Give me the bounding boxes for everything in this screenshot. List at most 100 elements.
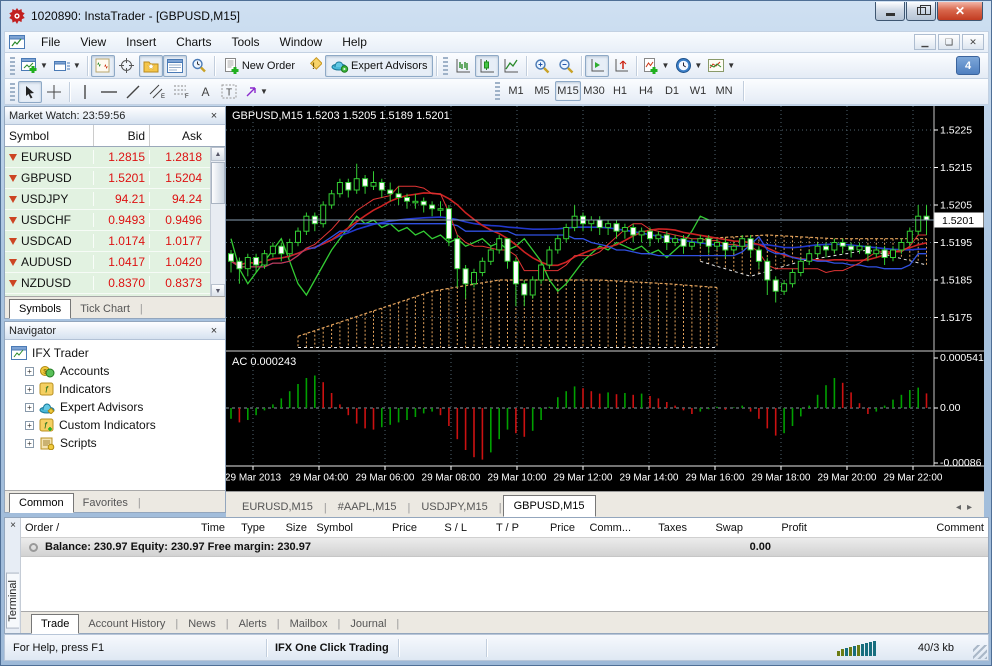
toolbar-grip[interactable] [10, 83, 15, 101]
terminal-column-type[interactable]: Type [229, 522, 269, 534]
market-watch-row[interactable]: NZDUSD0.83700.8373 [5, 273, 225, 294]
terminal-tab-account-history[interactable]: Account History [79, 615, 174, 633]
expand-plus-icon[interactable]: + [25, 385, 34, 394]
resize-grip[interactable] [973, 645, 987, 659]
terminal-tab-journal[interactable]: Journal [341, 615, 395, 633]
terminal-vertical-tab[interactable]: Terminal [6, 573, 19, 629]
market-watch-row[interactable]: USDCHF0.94930.9496 [5, 210, 225, 231]
new-order-button[interactable]: New Order [218, 55, 301, 77]
crosshair-tool-button[interactable] [42, 81, 66, 103]
terminal-column-price[interactable]: Price [523, 522, 579, 534]
vertical-line-button[interactable] [73, 81, 97, 103]
periods-button[interactable]: ▼ [672, 55, 705, 77]
data-window-button[interactable] [115, 55, 139, 77]
scroll-up-icon[interactable]: ▲ [211, 147, 225, 161]
chart-area[interactable]: 1.52251.52151.52051.51951.51851.51751.52… [226, 106, 984, 491]
menu-item-view[interactable]: View [70, 33, 116, 51]
trendline-button[interactable] [121, 81, 145, 103]
zoom-out-button[interactable] [554, 55, 578, 77]
chart-tab-gbpusd-m15[interactable]: GBPUSD,M15 [503, 495, 596, 517]
indicators-button[interactable]: ▼ [640, 55, 672, 77]
terminal-column-profit[interactable]: Profit [747, 522, 811, 534]
navigator-button[interactable] [139, 55, 163, 77]
timeframe-m1-button[interactable]: M1 [503, 81, 529, 101]
menu-item-help[interactable]: Help [332, 33, 377, 51]
mdi-restore-button[interactable]: ❏ [938, 34, 960, 50]
bar-chart-button[interactable] [451, 55, 475, 77]
balance-row[interactable]: Balance: 230.97 Equity: 230.97 Free marg… [21, 538, 988, 557]
timeframe-m15-button[interactable]: M15 [555, 81, 581, 101]
terminal-column-t-p[interactable]: T / P [471, 522, 523, 534]
terminal-column-size[interactable]: Size [269, 522, 311, 534]
terminal-close-icon[interactable]: × [7, 520, 19, 532]
menu-item-tools[interactable]: Tools [222, 33, 270, 51]
timeframe-m30-button[interactable]: M30 [581, 81, 607, 101]
line-chart-button[interactable] [499, 55, 523, 77]
terminal-tab-news[interactable]: News [179, 615, 225, 633]
market-watch-row[interactable]: AUDUSD1.04171.0420 [5, 252, 225, 273]
tab-favorites[interactable]: Favorites [74, 494, 137, 512]
chart-tab-aapl-m15[interactable]: #AAPL,M15 [328, 497, 407, 517]
chart-tabs-scroll-icons[interactable]: ◂▸ [956, 502, 978, 517]
navigator-item-custom-indicators[interactable]: +fCustom Indicators [11, 416, 225, 434]
toolbar-grip[interactable] [495, 82, 500, 100]
terminal-tab-trade[interactable]: Trade [31, 614, 79, 634]
timeframe-w1-button[interactable]: W1 [685, 81, 711, 101]
menu-item-charts[interactable]: Charts [166, 33, 221, 51]
column-header-symbol[interactable]: Symbol [5, 125, 94, 146]
timeframe-h1-button[interactable]: H1 [607, 81, 633, 101]
cursor-button[interactable] [18, 81, 42, 103]
menu-item-insert[interactable]: Insert [116, 33, 166, 51]
market-watch-row[interactable]: USDJPY94.2194.24 [5, 189, 225, 210]
notifications-badge[interactable]: 4 [956, 56, 980, 75]
expand-plus-icon[interactable]: + [25, 421, 34, 430]
tab-tick-chart[interactable]: Tick Chart [71, 300, 139, 318]
status-one-click[interactable]: IFX One Click Trading [267, 639, 399, 657]
terminal-column-s-l[interactable]: S / L [421, 522, 471, 534]
expand-plus-icon[interactable]: + [25, 403, 34, 412]
expert-advisors-button[interactable]: Expert Advisors [325, 55, 433, 77]
chart-tab-usdjpy-m15[interactable]: USDJPY,M15 [411, 497, 497, 517]
text-button[interactable]: A [193, 81, 217, 103]
terminal-tab-mailbox[interactable]: Mailbox [281, 615, 337, 633]
terminal-tab-alerts[interactable]: Alerts [230, 615, 276, 633]
column-header-ask[interactable]: Ask [150, 129, 206, 143]
fibonacci-button[interactable]: F [169, 81, 193, 103]
mdi-close-button[interactable]: ✕ [962, 34, 984, 50]
timeframe-mn-button[interactable]: MN [711, 81, 737, 101]
tree-root-item[interactable]: IFX Trader [11, 344, 225, 362]
equidistant-channel-button[interactable]: E [145, 81, 169, 103]
timeframe-m5-button[interactable]: M5 [529, 81, 555, 101]
market-watch-row[interactable]: EURUSD1.28151.2818 [5, 147, 225, 168]
horizontal-line-button[interactable] [97, 81, 121, 103]
navigator-item-expert-advisors[interactable]: +Expert Advisors [11, 398, 225, 416]
toolbar-grip[interactable] [443, 57, 448, 75]
tab-common[interactable]: Common [9, 493, 74, 513]
profiles-button[interactable]: ▼ [51, 55, 84, 77]
navigator-close-icon[interactable]: × [207, 324, 221, 338]
zoom-in-button[interactable] [530, 55, 554, 77]
timeframe-d1-button[interactable]: D1 [659, 81, 685, 101]
scrollbar-thumb[interactable] [211, 162, 225, 204]
terminal-column-comment[interactable]: Comment [811, 522, 988, 534]
navigator-item-accounts[interactable]: +$Accounts [11, 362, 225, 380]
terminal-button[interactable] [163, 55, 187, 77]
mdi-minimize-button[interactable]: ▁ [914, 34, 936, 50]
market-watch-scrollbar[interactable]: ▲ ▼ [210, 147, 225, 298]
templates-button[interactable]: ▼ [705, 55, 738, 77]
timeframe-h4-button[interactable]: H4 [633, 81, 659, 101]
market-watch-row[interactable]: USDCAD1.01741.0177 [5, 231, 225, 252]
strategy-tester-button[interactable] [187, 55, 211, 77]
chart-shift-button[interactable] [609, 55, 633, 77]
market-watch-close-icon[interactable]: × [207, 109, 221, 123]
menu-item-file[interactable]: File [31, 33, 70, 51]
auto-scroll-button[interactable] [585, 55, 609, 77]
market-watch-row[interactable]: GBPUSD1.52011.5204 [5, 168, 225, 189]
column-header-bid[interactable]: Bid [94, 125, 150, 146]
text-label-button[interactable]: T [217, 81, 241, 103]
terminal-column-order[interactable]: Order / [21, 522, 111, 534]
navigator-item-scripts[interactable]: +Scripts [11, 434, 225, 452]
market-watch-button[interactable] [91, 55, 115, 77]
new-chart-button[interactable]: ▼ [18, 55, 51, 77]
close-button[interactable]: ✕ [937, 2, 983, 21]
